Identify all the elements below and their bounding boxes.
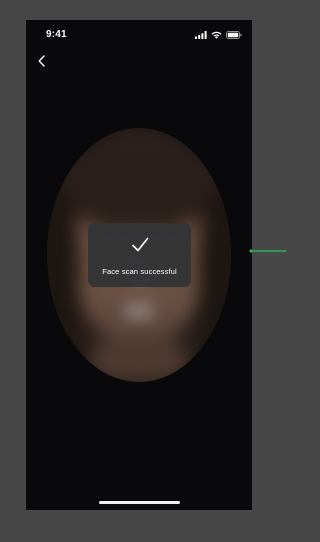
back-button[interactable] [34, 53, 50, 69]
home-indicator [99, 501, 180, 504]
success-toast: Face scan successful [88, 223, 191, 287]
annotation-arrow-icon [249, 249, 286, 253]
status-icons [195, 30, 242, 39]
design-canvas: 9:41 Face scan successful [0, 0, 286, 542]
wifi-icon [211, 31, 222, 39]
chevron-left-icon [38, 55, 45, 67]
phone-screen: 9:41 Face scan successful [26, 20, 252, 510]
status-bar: 9:41 [26, 20, 252, 48]
toast-message: Face scan successful [102, 267, 177, 276]
checkmark-icon [131, 237, 148, 252]
status-time: 9:41 [46, 29, 67, 40]
signal-icon [195, 30, 207, 39]
battery-icon [226, 30, 242, 39]
